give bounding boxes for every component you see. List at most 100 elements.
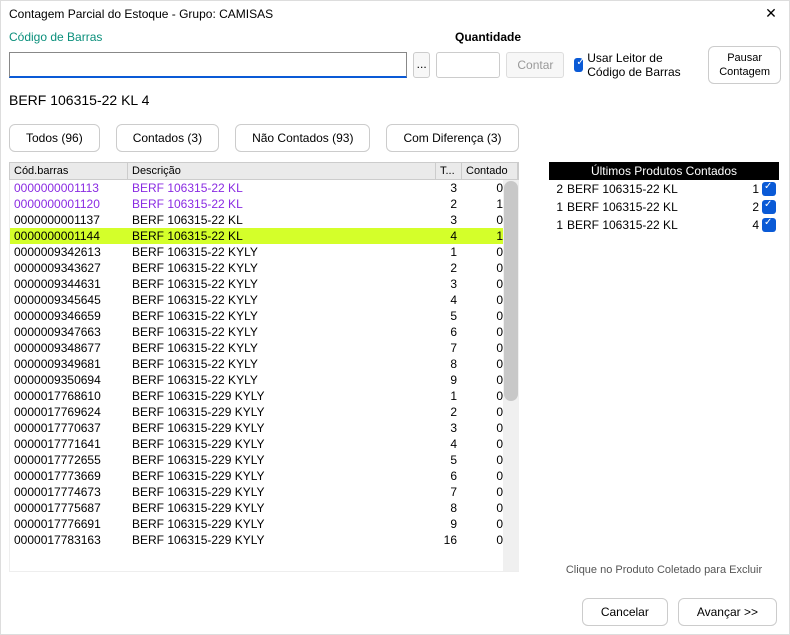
cell-desc: BERF 106315-22 KL <box>128 181 437 195</box>
recent-desc: BERF 106315-22 KL <box>567 182 741 196</box>
table-row[interactable]: 0000017783163BERF 106315-229 KYLY160 <box>10 532 519 548</box>
table-row[interactable]: 0000017775687BERF 106315-229 KYLY80 <box>10 500 519 516</box>
recent-n: 2 <box>741 200 759 214</box>
cell-desc: BERF 106315-22 KYLY <box>128 373 437 387</box>
col-counted[interactable]: Contado <box>462 163 518 179</box>
table-row[interactable]: 0000000001137BERF 106315-22 KL30 <box>10 212 519 228</box>
table-row[interactable]: 0000017768610BERF 106315-229 KYLY10 <box>10 388 519 404</box>
cell-t: 2 <box>437 405 463 419</box>
cell-desc: BERF 106315-22 KYLY <box>128 245 437 259</box>
recent-checkbox[interactable] <box>762 182 776 196</box>
col-desc[interactable]: Descrição <box>128 163 436 179</box>
cell-barcode: 0000009350694 <box>10 373 128 387</box>
cell-barcode: 0000017776691 <box>10 517 128 531</box>
table-row[interactable]: 0000017776691BERF 106315-229 KYLY90 <box>10 516 519 532</box>
table-body: 0000000001113BERF 106315-22 KL3000000000… <box>9 180 519 572</box>
cell-t: 3 <box>437 277 463 291</box>
cell-t: 5 <box>437 453 463 467</box>
table-row[interactable]: 0000017773669BERF 106315-229 KYLY60 <box>10 468 519 484</box>
cell-t: 7 <box>437 485 463 499</box>
cell-desc: BERF 106315-229 KYLY <box>128 517 437 531</box>
cell-barcode: 0000009343627 <box>10 261 128 275</box>
cell-desc: BERF 106315-229 KYLY <box>128 469 437 483</box>
table-row[interactable]: 0000009347663BERF 106315-22 KYLY60 <box>10 324 519 340</box>
recent-n: 1 <box>741 182 759 196</box>
cell-barcode: 0000017774673 <box>10 485 128 499</box>
cell-t: 7 <box>437 341 463 355</box>
table-row[interactable]: 0000009344631BERF 106315-22 KYLY30 <box>10 276 519 292</box>
cell-desc: BERF 106315-229 KYLY <box>128 533 437 547</box>
recent-row[interactable]: 2BERF 106315-22 KL1 <box>549 180 779 198</box>
table-row[interactable]: 0000009348677BERF 106315-22 KYLY70 <box>10 340 519 356</box>
use-reader-label: Usar Leitor de Código de Barras <box>587 51 696 79</box>
cell-t: 3 <box>437 213 463 227</box>
barcode-label: Código de Barras <box>9 30 102 44</box>
recent-n: 4 <box>741 218 759 232</box>
scroll-thumb[interactable] <box>504 181 518 401</box>
col-barcode[interactable]: Cód.barras <box>10 163 128 179</box>
col-t[interactable]: T... <box>436 163 462 179</box>
cell-t: 8 <box>437 357 463 371</box>
recent-desc: BERF 106315-22 KL <box>567 218 741 232</box>
table-row[interactable]: 0000017769624BERF 106315-229 KYLY20 <box>10 404 519 420</box>
table-row[interactable]: 0000017770637BERF 106315-229 KYLY30 <box>10 420 519 436</box>
tab-diferenca[interactable]: Com Diferença (3) <box>386 124 518 152</box>
cell-barcode: 0000000001137 <box>10 213 128 227</box>
tab-todos[interactable]: Todos (96) <box>9 124 100 152</box>
cell-barcode: 0000017773669 <box>10 469 128 483</box>
cell-desc: BERF 106315-22 KL <box>128 229 437 243</box>
table-row[interactable]: 0000017772655BERF 106315-229 KYLY50 <box>10 452 519 468</box>
table-row[interactable]: 0000017771641BERF 106315-229 KYLY40 <box>10 436 519 452</box>
cell-t: 9 <box>437 517 463 531</box>
tab-contados[interactable]: Contados (3) <box>116 124 219 152</box>
cell-barcode: 0000017775687 <box>10 501 128 515</box>
table-row[interactable]: 0000009350694BERF 106315-22 KYLY90 <box>10 372 519 388</box>
cancel-button[interactable]: Cancelar <box>582 598 668 626</box>
cell-desc: BERF 106315-229 KYLY <box>128 453 437 467</box>
cell-barcode: 0000000001120 <box>10 197 128 211</box>
quantity-input[interactable] <box>436 52 500 78</box>
browse-button[interactable]: ... <box>413 52 430 78</box>
status-line: BERF 106315-22 KL 4 <box>1 90 789 118</box>
recent-checkbox[interactable] <box>762 218 776 232</box>
cell-t: 6 <box>437 469 463 483</box>
cell-desc: BERF 106315-229 KYLY <box>128 389 437 403</box>
scrollbar[interactable] <box>503 180 519 571</box>
cell-desc: BERF 106315-22 KYLY <box>128 309 437 323</box>
recent-body: 2BERF 106315-22 KL11BERF 106315-22 KL21B… <box>549 180 779 234</box>
cell-barcode: 0000009342613 <box>10 245 128 259</box>
recent-row[interactable]: 1BERF 106315-22 KL4 <box>549 216 779 234</box>
barcode-input[interactable] <box>9 52 407 78</box>
table-row[interactable]: 0000009343627BERF 106315-22 KYLY20 <box>10 260 519 276</box>
table-row[interactable]: 0000000001113BERF 106315-22 KL30 <box>10 180 519 196</box>
recent-qty: 2 <box>549 182 567 196</box>
recent-checkbox[interactable] <box>762 200 776 214</box>
window-title: Contagem Parcial do Estoque - Grupo: CAM… <box>9 7 273 21</box>
cell-desc: BERF 106315-229 KYLY <box>128 501 437 515</box>
close-icon[interactable]: ✕ <box>761 5 781 22</box>
recent-row[interactable]: 1BERF 106315-22 KL2 <box>549 198 779 216</box>
table-row[interactable]: 0000000001144BERF 106315-22 KL41 <box>10 228 519 244</box>
next-button[interactable]: Avançar >> <box>678 598 777 626</box>
cell-barcode: 0000009344631 <box>10 277 128 291</box>
tab-nao-contados[interactable]: Não Contados (93) <box>235 124 370 152</box>
cell-desc: BERF 106315-22 KYLY <box>128 357 437 371</box>
cell-desc: BERF 106315-22 KYLY <box>128 261 437 275</box>
table-row[interactable]: 0000017774673BERF 106315-229 KYLY70 <box>10 484 519 500</box>
recent-title: Últimos Produtos Contados <box>549 162 779 180</box>
table-header: Cód.barras Descrição T... Contado <box>9 162 519 180</box>
table-row[interactable]: 0000009346659BERF 106315-22 KYLY50 <box>10 308 519 324</box>
table-row[interactable]: 0000000001120BERF 106315-22 KL21 <box>10 196 519 212</box>
cell-t: 4 <box>437 293 463 307</box>
cell-desc: BERF 106315-229 KYLY <box>128 421 437 435</box>
pausar-button[interactable]: Pausar Contagem <box>708 46 781 84</box>
use-reader-checkbox[interactable] <box>574 58 583 72</box>
contar-button[interactable]: Contar <box>506 52 564 78</box>
table-row[interactable]: 0000009345645BERF 106315-22 KYLY40 <box>10 292 519 308</box>
cell-t: 1 <box>437 389 463 403</box>
table-row[interactable]: 0000009342613BERF 106315-22 KYLY10 <box>10 244 519 260</box>
cell-barcode: 0000000001144 <box>10 229 128 243</box>
cell-t: 9 <box>437 373 463 387</box>
cell-t: 1 <box>437 245 463 259</box>
table-row[interactable]: 0000009349681BERF 106315-22 KYLY80 <box>10 356 519 372</box>
